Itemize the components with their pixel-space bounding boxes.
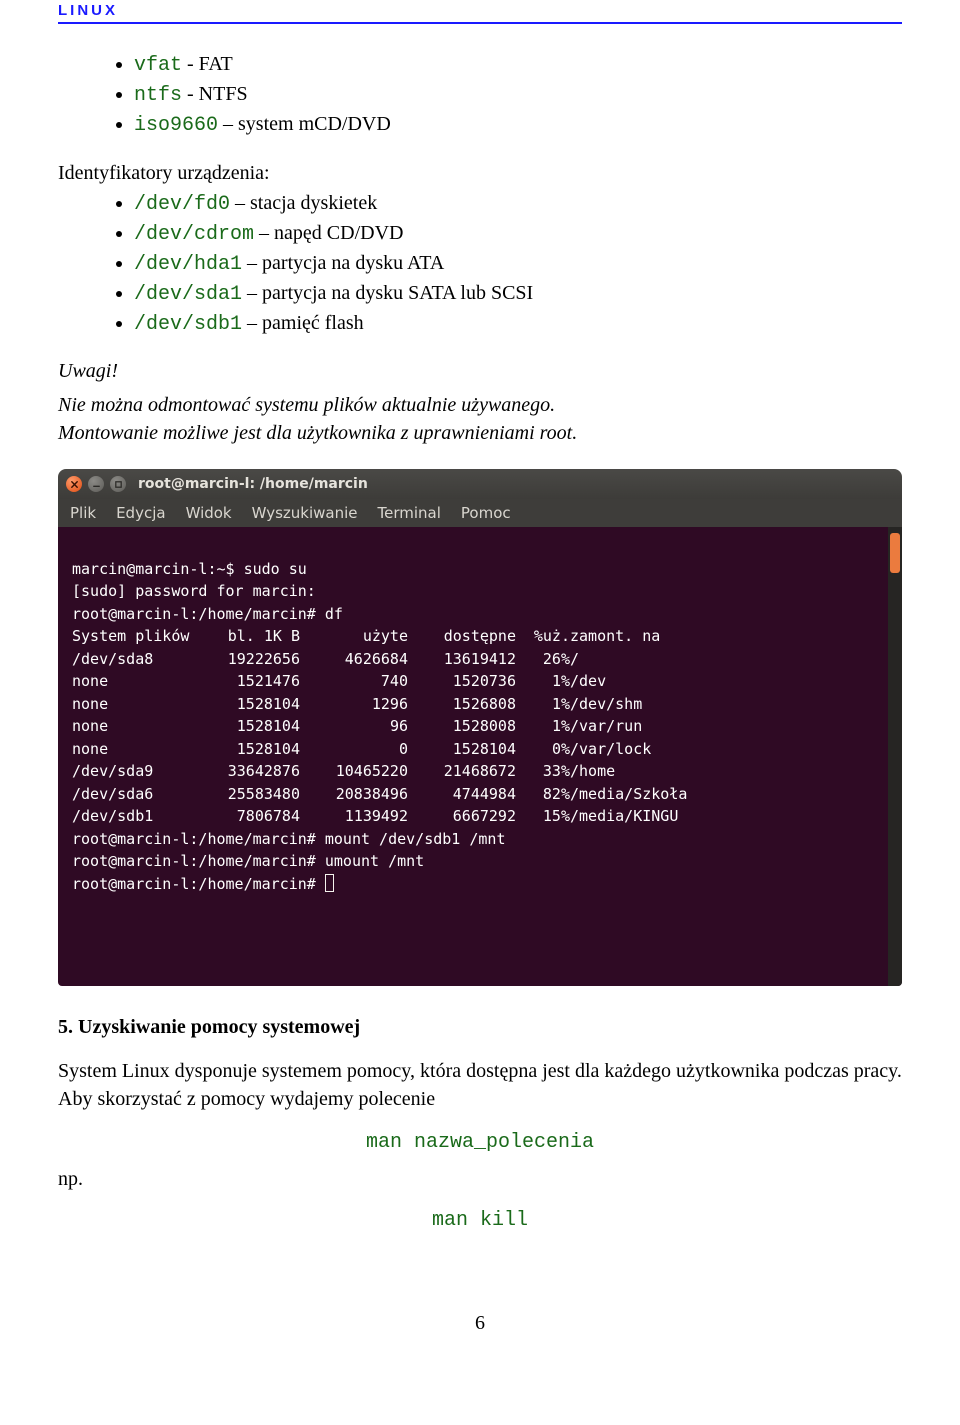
terminal-line: [sudo] password for marcin: (72, 582, 316, 600)
fs-desc: - NTFS (182, 83, 248, 105)
list-item: /dev/sdb1 – pamięć flash (134, 309, 902, 339)
list-item: /dev/cdrom – napęd CD/DVD (134, 219, 902, 249)
terminal-titlebar[interactable]: root@marcin-l: /home/marcin (58, 469, 902, 499)
fs-code: ntfs (134, 84, 182, 107)
menu-item-file[interactable]: Plik (70, 504, 96, 522)
cursor-icon (325, 874, 334, 892)
table-row: /dev/sda81922265646266841361941226%/ (72, 648, 687, 671)
list-item: /dev/fd0 – stacja dyskietek (134, 189, 902, 219)
df-output-table: System plików bl. 1K B użyte dostępne %u… (72, 625, 687, 828)
fs-code: iso9660 (134, 114, 218, 137)
section-5-heading: 5. Uzyskiwanie pomocy systemowej (58, 1016, 902, 1039)
device-ident-label: Identyfikatory urządzenia: (58, 162, 902, 185)
dev-desc: – pamięć flash (242, 312, 364, 334)
terminal-body[interactable]: marcin@marcin-l:~$ sudo su [sudo] passwo… (58, 527, 902, 986)
fs-desc: – system mCD/DVD (218, 113, 391, 135)
menu-item-help[interactable]: Pomoc (461, 504, 511, 522)
menu-item-search[interactable]: Wyszukiwanie (252, 504, 358, 522)
dev-code: /dev/cdrom (134, 223, 254, 246)
man-syntax: man nazwa_polecenia (58, 1131, 902, 1154)
terminal-line: root@marcin-l:/home/marcin# mount /dev/s… (72, 830, 506, 848)
fs-code: vfat (134, 54, 182, 77)
list-item: /dev/hda1 – partycja na dysku ATA (134, 249, 902, 279)
terminal-line: root@marcin-l:/home/marcin# umount /mnt (72, 852, 424, 870)
table-row: /dev/sda62558348020838496474498482%/medi… (72, 783, 687, 806)
terminal-menubar[interactable]: Plik Edycja Widok Wyszukiwanie Terminal … (58, 499, 902, 527)
dev-code: /dev/fd0 (134, 193, 230, 216)
terminal-title: root@marcin-l: /home/marcin (138, 476, 368, 492)
terminal-window: root@marcin-l: /home/marcin Plik Edycja … (58, 469, 902, 986)
fs-types-list: vfat - FAT ntfs - NTFS iso9660 – system … (134, 50, 902, 140)
table-row: /dev/sda933642876104652202146867233%/hom… (72, 760, 687, 783)
table-row: /dev/sdb178067841139492666729215%/media/… (72, 805, 687, 828)
menu-item-edit[interactable]: Edycja (116, 504, 165, 522)
dev-desc: – napęd CD/DVD (254, 222, 403, 244)
dev-desc: – stacja dyskietek (230, 192, 377, 214)
scrollbar[interactable] (888, 527, 902, 986)
table-row: none1528104129615268081%/dev/shm (72, 693, 687, 716)
dev-code: /dev/sdb1 (134, 313, 242, 336)
np-label: np. (58, 1168, 902, 1191)
terminal-line: root@marcin-l:/home/marcin# (72, 875, 334, 893)
df-header-row: System plików bl. 1K B użyte dostępne %u… (72, 625, 687, 648)
notes-heading: Uwagi! (58, 357, 902, 385)
menu-item-view[interactable]: Widok (186, 504, 232, 522)
list-item: iso9660 – system mCD/DVD (134, 110, 902, 140)
table-row: none152147674015207361%/dev (72, 670, 687, 693)
table-row: none1528104015281040%/var/lock (72, 738, 687, 761)
list-item: vfat - FAT (134, 50, 902, 80)
scroll-thumb[interactable] (890, 533, 900, 573)
list-item: ntfs - NTFS (134, 80, 902, 110)
notes-line: Nie można odmontować systemu plików aktu… (58, 391, 902, 419)
dev-code: /dev/sda1 (134, 283, 242, 306)
maximize-icon[interactable] (110, 476, 126, 492)
man-example: man kill (58, 1209, 902, 1232)
dev-code: /dev/hda1 (134, 253, 242, 276)
section-5-para: System Linux dysponuje systemem pomocy, … (58, 1057, 902, 1113)
close-icon[interactable] (66, 476, 82, 492)
terminal-line: marcin@marcin-l:~$ sudo su (72, 560, 307, 578)
dev-desc: – partycja na dysku ATA (242, 252, 444, 274)
fs-desc: - FAT (182, 53, 233, 75)
page-header-title: Linux (58, 0, 902, 24)
minimize-icon[interactable] (88, 476, 104, 492)
device-list: /dev/fd0 – stacja dyskietek /dev/cdrom –… (134, 189, 902, 339)
terminal-line: root@marcin-l:/home/marcin# df (72, 605, 343, 623)
list-item: /dev/sda1 – partycja na dysku SATA lub S… (134, 279, 902, 309)
page-number: 6 (58, 1312, 902, 1335)
menu-item-terminal[interactable]: Terminal (377, 504, 440, 522)
table-row: none15281049615280081%/var/run (72, 715, 687, 738)
dev-desc: – partycja na dysku SATA lub SCSI (242, 282, 533, 304)
notes-line: Montowanie możliwe jest dla użytkownika … (58, 419, 902, 447)
